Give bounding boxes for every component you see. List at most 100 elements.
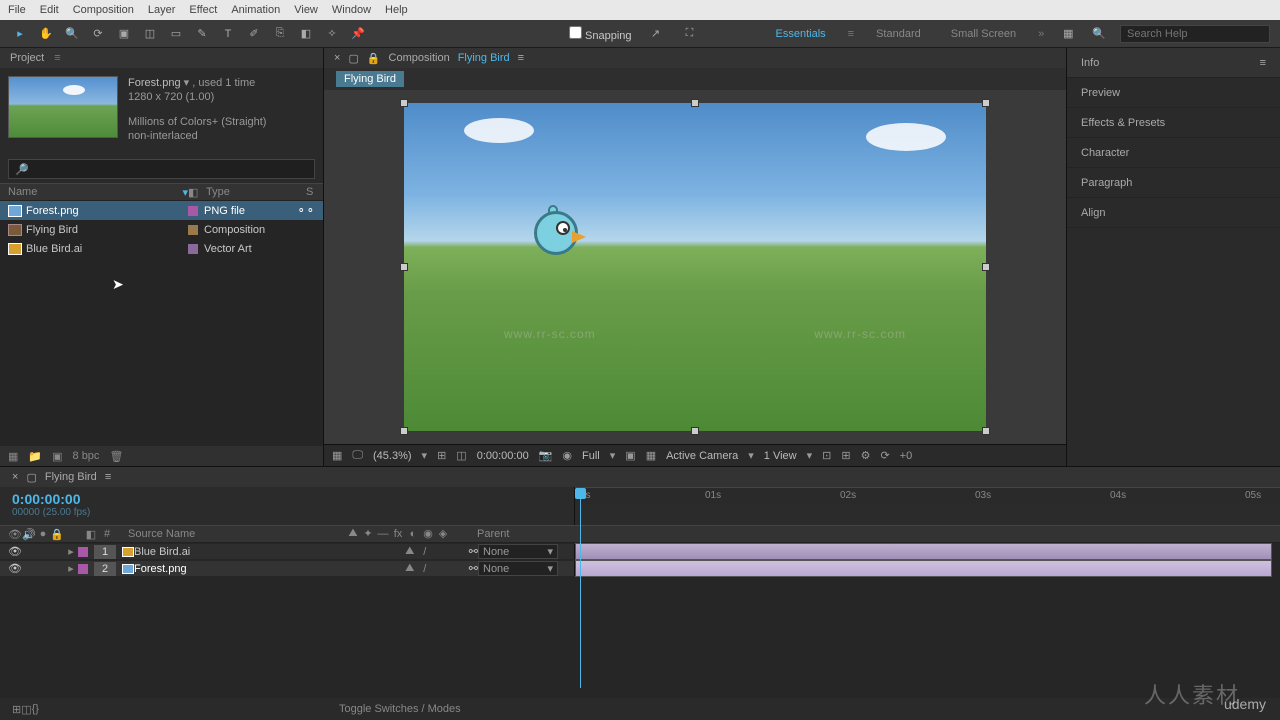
shy-icon[interactable]: ⛰ (347, 528, 359, 540)
lock-icon[interactable]: 🔒 (367, 52, 381, 65)
tl-opt1-icon[interactable]: ⊞ (12, 703, 21, 716)
workspace-settings-icon[interactable]: ▦ (1058, 24, 1078, 44)
folder-icon[interactable]: 📁 (28, 450, 42, 463)
menu-layer[interactable]: Layer (148, 4, 176, 16)
resize-handle[interactable] (982, 263, 990, 271)
resize-handle[interactable] (982, 99, 990, 107)
brush-tool-icon[interactable]: ✐ (244, 24, 264, 44)
col-name[interactable]: Name (8, 186, 37, 198)
search-input[interactable] (1120, 25, 1270, 43)
canvas[interactable]: www.rr-sc.com www.rr-sc.com (404, 103, 986, 431)
project-search-input[interactable]: 🔎 (8, 159, 315, 179)
menu-help[interactable]: Help (385, 4, 408, 16)
preview-panel[interactable]: Preview (1067, 78, 1280, 108)
menu-animation[interactable]: Animation (231, 4, 280, 16)
exposure[interactable]: +0 (900, 450, 913, 462)
menu-file[interactable]: File (8, 4, 26, 16)
views-select[interactable]: 1 View (764, 450, 797, 462)
layer-track[interactable] (575, 543, 1272, 560)
resize-handle[interactable] (400, 427, 408, 435)
new-comp-icon[interactable]: ▣ (52, 450, 62, 463)
comp-name[interactable]: Flying Bird (458, 52, 510, 64)
roi-icon[interactable]: ▣ (625, 449, 635, 462)
lock-col-icon[interactable]: 🔒 (50, 528, 64, 541)
layer-track[interactable] (575, 560, 1272, 577)
col-type[interactable]: Type (206, 186, 306, 198)
project-item-forest[interactable]: Forest.png PNG file ⚬⚬ (0, 201, 323, 220)
alpha-icon[interactable]: ▦ (332, 449, 342, 462)
twirl-icon[interactable]: ▸ (64, 545, 78, 558)
timecode-display[interactable]: 0:00:00:00 (477, 450, 529, 462)
workspace-overflow-icon[interactable]: » (1038, 28, 1044, 40)
playhead[interactable] (580, 488, 581, 688)
text-tool-icon[interactable]: T (218, 24, 238, 44)
bpc-toggle[interactable]: 8 bpc (73, 450, 100, 462)
view-opt2-icon[interactable]: ⊞ (841, 449, 850, 462)
panel-menu-icon[interactable]: ≡ (105, 471, 111, 483)
resize-handle[interactable] (691, 99, 699, 107)
label-swatch[interactable] (78, 547, 88, 557)
twirl-icon[interactable]: ▸ (64, 562, 78, 575)
view-opt-icon[interactable]: ⊡ (822, 449, 831, 462)
time-ruler[interactable]: 0s 01s 02s 03s 04s 05s (575, 487, 1280, 505)
adj-icon[interactable]: ◉ (422, 528, 434, 540)
snapping-toggle[interactable]: Snapping (569, 26, 632, 42)
hand-tool-icon[interactable]: ✋ (36, 24, 56, 44)
camera-select[interactable]: Active Camera (666, 450, 738, 462)
rect-tool-icon[interactable]: ▭ (166, 24, 186, 44)
resize-handle[interactable] (400, 263, 408, 271)
transparency-icon[interactable]: ▦ (646, 449, 656, 462)
parent-dropdown[interactable]: None▾ (478, 544, 558, 559)
mb-icon[interactable]: ◐ (407, 528, 419, 540)
workspace-standard[interactable]: Standard (868, 26, 929, 42)
workspace-essentials[interactable]: Essentials (768, 26, 834, 42)
refresh-icon[interactable]: ⟳ (880, 449, 889, 462)
resize-handle[interactable] (982, 427, 990, 435)
rotate-tool-icon[interactable]: ⟳ (88, 24, 108, 44)
visibility-toggle[interactable]: 👁 (8, 562, 22, 575)
hamburger-icon[interactable]: ≡ (848, 28, 854, 40)
col-size[interactable]: S (306, 186, 313, 198)
resolution-select[interactable]: Full (582, 450, 600, 462)
timeline-tab[interactable]: × ▢ Flying Bird ≡ (0, 467, 1280, 487)
composition-viewer[interactable]: www.rr-sc.com www.rr-sc.com (324, 90, 1066, 444)
label-swatch[interactable] (78, 564, 88, 574)
asset-dropdown-icon[interactable]: ▾ (184, 77, 190, 89)
zoom-select[interactable]: (45.3%) (373, 450, 412, 462)
parent-link-icon[interactable]: ⚯ (469, 545, 478, 558)
visibility-col-icon[interactable]: 👁 (8, 528, 22, 541)
label-col-icon[interactable]: ◧ (188, 186, 206, 199)
menu-composition[interactable]: Composition (73, 4, 134, 16)
camera-tool-icon[interactable]: ▣ (114, 24, 134, 44)
zoom-tool-icon[interactable]: 🔍 (62, 24, 82, 44)
resize-handle[interactable] (691, 427, 699, 435)
layer-row-2[interactable]: 👁 ▸ 2 Forest.png ⛰/ ⚯ None▾ (0, 560, 1280, 577)
comp-menu-icon[interactable]: ≡ (518, 52, 524, 64)
paragraph-panel[interactable]: Paragraph (1067, 168, 1280, 198)
effects-presets-panel[interactable]: Effects & Presets (1067, 108, 1280, 138)
label-col-icon[interactable]: ◧ (84, 528, 98, 541)
visibility-toggle[interactable]: 👁 (8, 545, 22, 558)
audio-col-icon[interactable]: 🔊 (22, 528, 36, 541)
parent-link-icon[interactable]: ⚯ (469, 562, 478, 575)
channel-icon[interactable]: ◉ (562, 449, 572, 462)
view-opt3-icon[interactable]: ⚙ (861, 449, 871, 462)
grid-icon[interactable]: ⊞ (437, 449, 446, 462)
info-panel[interactable]: Info≡ (1067, 48, 1280, 78)
align-panel[interactable]: Align (1067, 198, 1280, 228)
layer-row-1[interactable]: 👁 ▸ 1 Blue Bird.ai ⛰/ ⚯ None▾ (0, 543, 1280, 560)
project-panel-header[interactable]: Project≡ (0, 48, 323, 68)
clone-tool-icon[interactable]: ⎘ (270, 24, 290, 44)
character-panel[interactable]: Character (1067, 138, 1280, 168)
workspace-smallscreen[interactable]: Small Screen (943, 26, 1024, 42)
tl-opt3-icon[interactable]: {} (32, 703, 39, 715)
trash-icon[interactable]: 🗑 (109, 450, 123, 463)
panel-menu-icon[interactable]: ≡ (1260, 57, 1266, 69)
guides-icon[interactable]: ◫ (456, 449, 466, 462)
puppet-tool-icon[interactable]: 📌 (348, 24, 368, 44)
interpret-icon[interactable]: ▦ (8, 450, 18, 463)
toggle-switches-button[interactable]: Toggle Switches / Modes (339, 703, 461, 715)
3d-icon[interactable]: ✦ (362, 528, 374, 540)
eraser-tool-icon[interactable]: ◧ (296, 24, 316, 44)
pen-tool-icon[interactable]: ✎ (192, 24, 212, 44)
